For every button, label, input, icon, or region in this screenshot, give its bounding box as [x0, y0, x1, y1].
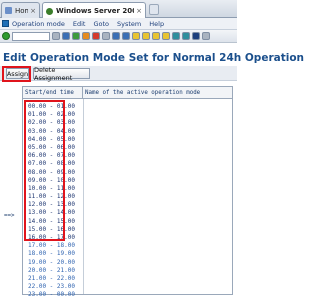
delete-assignment-button[interactable]: Delete Assignment: [33, 66, 90, 82]
menu-operation-mode[interactable]: Operation mode: [12, 20, 65, 28]
column-header-mode: Name of the active operation mode: [83, 87, 232, 99]
command-field[interactable]: [12, 31, 50, 41]
dropdown-icon[interactable]: [52, 32, 60, 40]
column-header-time: Start/end time: [23, 87, 83, 99]
find-icon[interactable]: [112, 32, 120, 40]
menu-system[interactable]: System: [117, 20, 141, 28]
table-row[interactable]: 20.00 - 21.00: [23, 267, 83, 275]
menu-help[interactable]: Help: [149, 20, 164, 28]
cancel-icon[interactable]: [92, 32, 100, 40]
assign-highlight-box: [2, 66, 31, 82]
shortcut-icon[interactable]: [182, 32, 190, 40]
new-tab-button[interactable]: [149, 4, 159, 15]
previous-page-icon[interactable]: [142, 32, 150, 40]
server-icon: [46, 7, 53, 15]
find-next-icon[interactable]: [122, 32, 130, 40]
close-icon[interactable]: ×: [28, 7, 36, 15]
standard-toolbar: [0, 30, 237, 43]
browser-tab-bar: Home × Windows Server 2003 Ent... ×: [0, 0, 237, 19]
help-icon[interactable]: [192, 32, 200, 40]
menu-goto[interactable]: Goto: [93, 20, 109, 28]
save-icon[interactable]: [62, 32, 70, 40]
table-row[interactable]: 23.00 - 00.00: [23, 291, 83, 299]
layout-icon[interactable]: [202, 32, 210, 40]
table-row[interactable]: 19.00 - 20.00: [23, 259, 83, 267]
column-divider: [83, 99, 84, 294]
new-session-icon[interactable]: [172, 32, 180, 40]
tab-windows-server-label: Windows Server 2003 Ent...: [56, 7, 134, 15]
exit-icon[interactable]: [82, 32, 90, 40]
home-icon: [5, 7, 12, 14]
table-row[interactable]: 18.00 - 19.00: [23, 250, 83, 258]
tab-windows-server[interactable]: Windows Server 2003 Ent... ×: [42, 2, 146, 19]
sap-menu-icon[interactable]: [2, 20, 9, 27]
selected-rows-highlight-box: [24, 100, 65, 241]
close-icon[interactable]: ×: [134, 7, 142, 15]
last-page-icon[interactable]: [162, 32, 170, 40]
menu-bar: Operation mode Edit Goto System Help: [0, 18, 237, 30]
first-page-icon[interactable]: [132, 32, 140, 40]
back-icon[interactable]: [72, 32, 80, 40]
enter-icon[interactable]: [2, 32, 10, 40]
tab-home-label: Home: [15, 6, 28, 15]
application-toolbar: Assign Delete Assignment: [0, 66, 237, 82]
current-hour-marker: ==>: [4, 213, 15, 219]
page-title: Edit Operation Mode Set for Normal 24h O…: [3, 52, 305, 64]
next-page-icon[interactable]: [152, 32, 160, 40]
menu-edit[interactable]: Edit: [73, 20, 86, 28]
tab-home[interactable]: Home ×: [1, 2, 40, 18]
table-row[interactable]: 17.00 - 18.00: [23, 242, 83, 250]
table-row[interactable]: 21.00 - 22.00: [23, 275, 83, 283]
table-row[interactable]: 22.00 - 23.00: [23, 283, 83, 291]
print-icon[interactable]: [102, 32, 110, 40]
